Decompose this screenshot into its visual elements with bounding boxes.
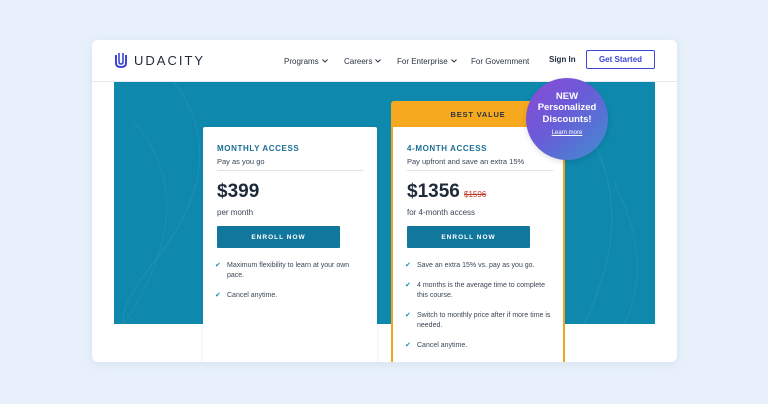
sign-in-link[interactable]: Sign In: [549, 55, 576, 64]
check-icon: ✔: [215, 262, 221, 269]
personalized-discounts-badge[interactable]: NEW Personalized Discounts! Learn more: [526, 78, 608, 160]
udacity-logo-icon: [115, 53, 127, 69]
badge-new-label: NEW: [555, 91, 579, 102]
get-started-button[interactable]: Get Started: [586, 50, 655, 69]
list-item: ✔ Save an extra 15% vs. pay as you go.: [405, 261, 535, 271]
nav-item-enterprise[interactable]: For Enterprise: [397, 57, 457, 66]
feature-text: 4 months is the average time to complete…: [417, 282, 546, 299]
check-icon: ✔: [405, 262, 411, 269]
nav-item-label: For Government: [471, 56, 530, 66]
list-item: ✔ 4 months is the average time to comple…: [405, 281, 555, 301]
nav-item-programs[interactable]: Programs: [284, 57, 328, 66]
list-item: ✔ Maximum flexibility to learn at your o…: [215, 261, 365, 281]
udacity-logo[interactable]: UDACITY: [114, 52, 205, 69]
plan-subtitle: Pay as you go: [217, 157, 265, 166]
list-item: ✔ Cancel anytime.: [215, 291, 277, 301]
plan-title: 4-MONTH ACCESS: [407, 144, 488, 153]
plan-price: $399: [217, 181, 260, 202]
browser-window: UDACITY Programs Careers For Enterprise …: [92, 40, 677, 362]
plan-price: $1356: [407, 181, 460, 202]
chevron-down-icon: [450, 59, 457, 63]
site-header: UDACITY Programs Careers For Enterprise …: [92, 40, 677, 82]
badge-line: Personalized: [537, 102, 597, 113]
check-icon: ✔: [405, 282, 411, 289]
plan-title: MONTHLY ACCESS: [217, 144, 300, 153]
plan-subtitle: Pay upfront and save an extra 15%: [407, 157, 525, 166]
check-icon: ✔: [405, 312, 411, 319]
chevron-down-icon: [375, 59, 382, 63]
check-icon: ✔: [405, 342, 411, 349]
nav-item-careers[interactable]: Careers: [344, 56, 382, 66]
plan-card-body: 4-MONTH ACCESS Pay upfront and save an e…: [393, 127, 563, 362]
plan-period: per month: [217, 208, 254, 217]
learn-more-link[interactable]: Learn more: [526, 130, 608, 136]
plan-period: for 4-month access: [407, 208, 476, 217]
feature-text: Maximum flexibility to learn at your own…: [227, 262, 350, 279]
feature-text: Cancel anytime.: [417, 342, 468, 349]
chevron-down-icon: [321, 59, 328, 63]
list-item: ✔ Switch to monthly price after if more …: [405, 311, 555, 331]
enroll-now-button[interactable]: ENROLL NOW: [217, 226, 340, 248]
brand-name: UDACITY: [134, 53, 206, 68]
divider: [407, 170, 553, 171]
nav-item-label: Careers: [344, 56, 373, 66]
nav-item-government[interactable]: For Government: [471, 57, 529, 66]
list-item: ✔ Cancel anytime.: [405, 341, 467, 351]
plan-card-monthly: MONTHLY ACCESS Pay as you go $399 per mo…: [203, 127, 377, 362]
feature-text: Cancel anytime.: [227, 292, 278, 299]
badge-headline: Personalized Discounts!: [526, 102, 608, 126]
enroll-now-button[interactable]: ENROLL NOW: [407, 226, 530, 248]
nav-item-label: Programs: [284, 56, 319, 66]
feature-text: Save an extra 15% vs. pay as you go.: [417, 262, 535, 269]
original-price: $1596: [464, 190, 487, 199]
nav-item-label: For Enterprise: [397, 56, 448, 66]
check-icon: ✔: [215, 292, 221, 299]
feature-text: Switch to monthly price after if more ti…: [417, 312, 551, 329]
divider: [217, 170, 363, 171]
badge-line: Discounts!: [542, 114, 592, 125]
